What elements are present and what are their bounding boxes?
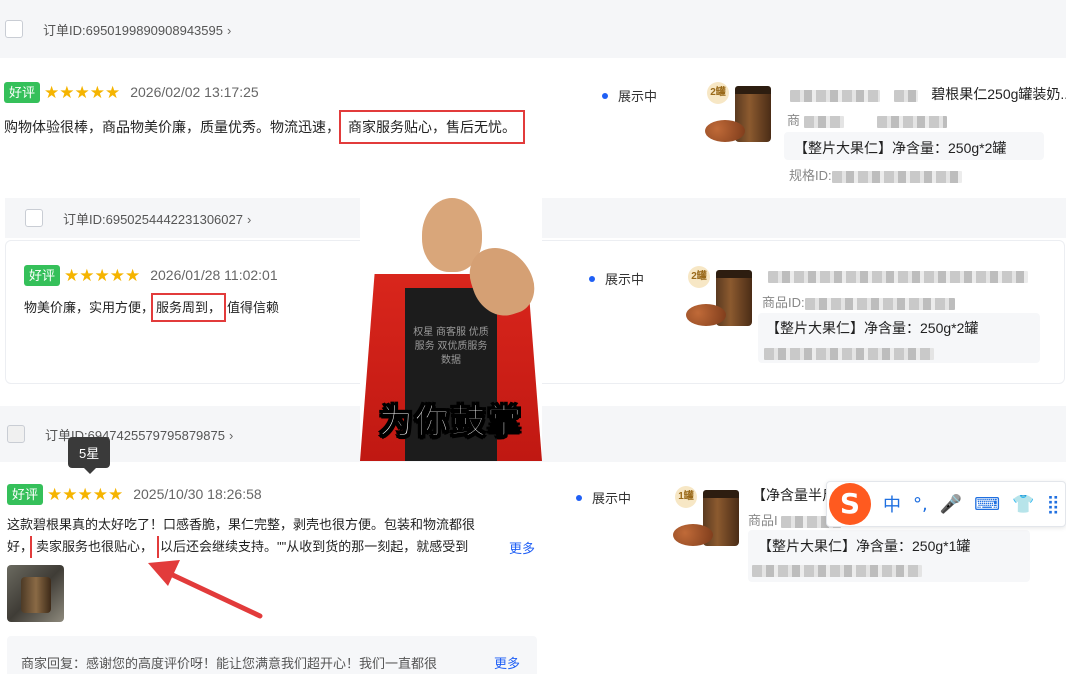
chevron-right-icon: ›: [226, 22, 232, 38]
display-status-2: 展示中: [589, 269, 644, 288]
order-id-link-2[interactable]: 订单ID:6950254442231306027 ›: [63, 209, 251, 228]
review-text-part: 物美价廉，实用方便，: [24, 300, 155, 315]
status-dot-icon: [576, 495, 582, 501]
review-date: 2026/01/28 11:02:01: [150, 267, 278, 283]
pack-count-badge: 2罐: [707, 82, 729, 104]
blurred-text: [893, 89, 918, 102]
review-meta-3: 好评 ★★★★★ 2025/10/30 18:26:58: [7, 484, 262, 505]
star-tooltip: 5星: [68, 437, 111, 474]
meme-caption: 为你鼓掌: [379, 402, 523, 443]
review-text-2: 物美价廉，实用方便， 服务周到， 值得信赖: [24, 293, 280, 322]
product-id-2: 商品ID:: [762, 292, 955, 311]
pack-count-badge: 1罐: [675, 486, 697, 508]
review-text-part: 购物体验很棒，商品物美价廉，质量优秀。物流迅速，: [4, 119, 340, 135]
spec-id-3: [752, 562, 922, 577]
product-image-1[interactable]: 2罐: [705, 80, 771, 146]
spec-text-1: 【整片大果仁】净含量：250g*2罐: [794, 140, 1007, 156]
highlighted-phrase: 商家服务贴心，售后无忧。: [339, 110, 525, 144]
highlighted-phrase: 服务周到，: [151, 293, 227, 322]
punctuation-icon[interactable]: °,: [913, 494, 928, 515]
status-dot-icon: [602, 93, 608, 99]
display-status-1: 展示中: [602, 86, 657, 105]
review-photo-thumbnail[interactable]: [7, 565, 64, 622]
review-text-line: 这款碧根果真的太好吃了！口感香脆，果仁完整，剥壳也很方便。包装和物流都很: [7, 517, 476, 532]
order-id-link-1[interactable]: 订单ID:6950199890908943595 ›: [43, 20, 231, 39]
product-image-2[interactable]: 2罐: [686, 264, 752, 330]
toolbox-icon[interactable]: ⣿: [1047, 494, 1060, 515]
skin-icon[interactable]: 👕: [1012, 494, 1034, 515]
spec-id-2: [764, 345, 934, 360]
blurred-text: [768, 270, 1028, 283]
reply-more-link[interactable]: 更多: [494, 653, 520, 672]
review-text-part: 好，: [7, 539, 34, 554]
merchant-reply-text: 商家回复：感谢您的高度评价呀！能让您满意我们超开心！我们一直都很: [21, 656, 438, 671]
review-meta-2: 好评 ★★★★★ 2026/01/28 11:02:01: [24, 265, 278, 286]
shirt-text: 权星 商客服 优质服务 双优质服务数据: [413, 327, 489, 366]
display-status-3: 展示中: [576, 488, 631, 507]
chevron-right-icon: ›: [228, 427, 234, 443]
product-title-1[interactable]: 碧根果仁250g罐装奶...: [790, 84, 1066, 104]
chinese-mode-icon[interactable]: 中: [883, 491, 901, 517]
review-text-1: 购物体验很棒，商品物美价廉，质量优秀。物流迅速， 商家服务贴心，售后无忧。: [4, 110, 525, 144]
blurred-text: [790, 89, 880, 102]
spec-id-1: 规格ID:: [789, 165, 962, 184]
good-review-badge: 好评: [4, 82, 41, 103]
star-rating[interactable]: ★★★★★: [47, 485, 123, 504]
spec-text-2: 【整片大果仁】净含量：250g*2罐: [766, 320, 979, 336]
spec-text-3: 【整片大果仁】净含量：250g*1罐: [758, 538, 971, 554]
review-date: 2026/02/02 13:17:25: [130, 84, 259, 100]
star-rating[interactable]: ★★★★★: [44, 83, 120, 102]
red-arrow-annotation: [148, 560, 263, 619]
product-image-3[interactable]: 1罐: [673, 484, 739, 550]
good-review-badge: 好评: [7, 484, 44, 505]
order-header-1: 订单ID:6950199890908943595 ›: [0, 0, 1066, 58]
good-review-badge: 好评: [24, 265, 61, 286]
chevron-right-icon: ›: [246, 211, 252, 227]
status-dot-icon: [589, 276, 595, 282]
keyboard-icon[interactable]: ⌨: [974, 494, 1000, 515]
star-rating[interactable]: ★★★★★: [64, 266, 140, 285]
review-date: 2025/10/30 18:26:58: [133, 486, 262, 502]
order-checkbox-1[interactable]: [5, 20, 23, 38]
sogou-logo-icon[interactable]: S: [829, 483, 871, 525]
highlighted-phrase: 卖家服务也很贴心，: [30, 536, 160, 558]
ime-toolbar[interactable]: S 中 °, 🎤 ⌨ 👕 ⣿: [826, 481, 1066, 527]
order-checkbox-2[interactable]: [25, 209, 43, 227]
review-text-part: 值得信赖: [227, 300, 280, 315]
product-title-3[interactable]: 【净含量半斤: [752, 485, 836, 505]
clapping-meme-overlay: 权星 商客服 优质服务 双优质服务数据 为你鼓掌: [360, 196, 542, 461]
order-checkbox-3[interactable]: [7, 425, 25, 443]
product-id-1: 商: [787, 110, 948, 129]
pack-count-badge: 2罐: [688, 266, 710, 288]
microphone-icon[interactable]: 🎤: [940, 494, 962, 515]
review-more-link[interactable]: 更多: [509, 538, 535, 557]
review-text-3: 这款碧根果真的太好吃了！口感香脆，果仁完整，剥壳也很方便。包装和物流都很 好，卖…: [7, 514, 537, 558]
merchant-reply: 商家回复：感谢您的高度评价呀！能让您满意我们超开心！我们一直都很: [7, 636, 537, 674]
review-meta-1: 好评 ★★★★★ 2026/02/02 13:17:25: [4, 82, 259, 103]
product-title-2[interactable]: [768, 268, 1028, 283]
